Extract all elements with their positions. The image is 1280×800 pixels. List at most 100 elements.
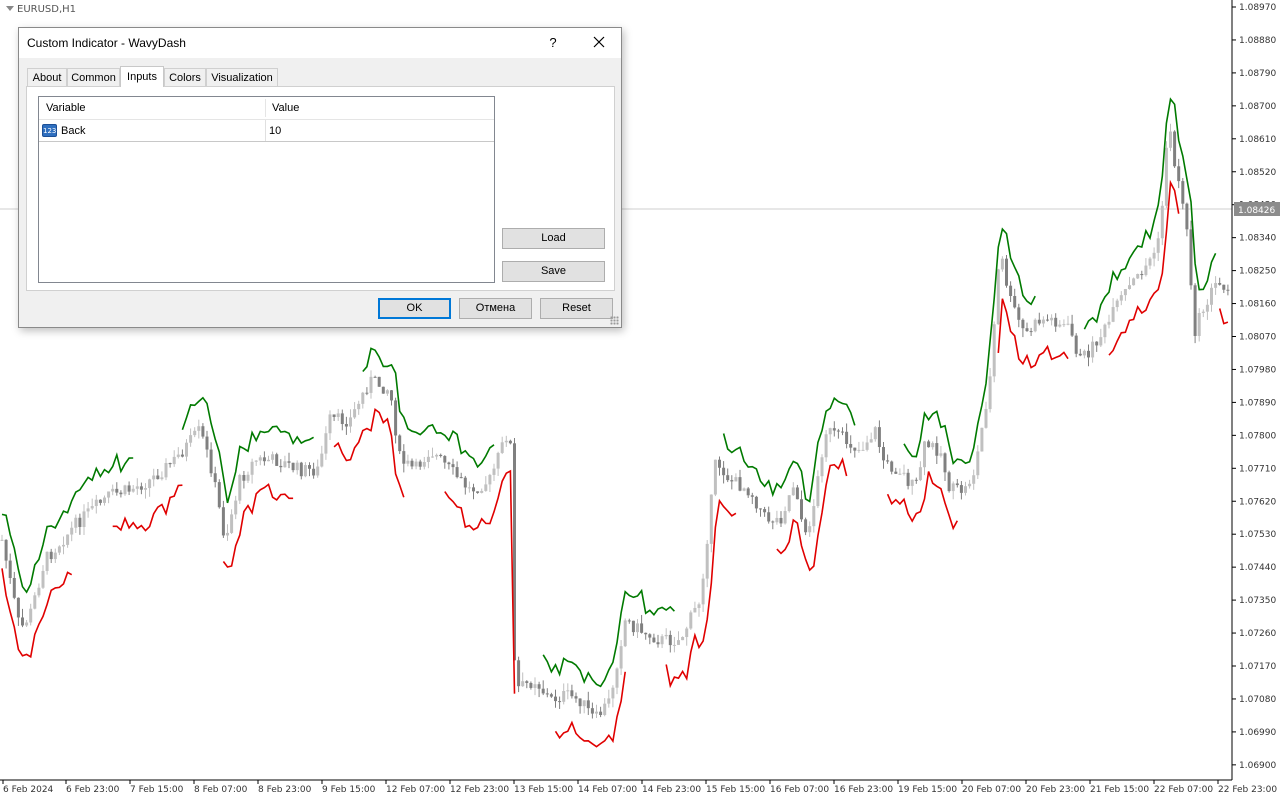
candle-body <box>996 269 1000 325</box>
candle-body <box>578 698 582 707</box>
candle-body <box>1128 285 1131 290</box>
time-tick-label: 15 Feb 15:00 <box>706 785 765 795</box>
candle-body <box>37 587 41 596</box>
candle-body <box>1091 341 1095 358</box>
candle-body <box>381 386 385 394</box>
candle-body <box>841 431 844 433</box>
dialog-title: Custom Indicator - WavyDash <box>27 36 186 50</box>
candle-body <box>775 517 779 523</box>
candle-body <box>791 487 795 496</box>
candle-body <box>1013 296 1017 308</box>
column-divider[interactable] <box>265 99 266 117</box>
candle-body <box>681 637 685 641</box>
candle-body <box>795 487 799 500</box>
dialog-titlebar[interactable]: Custom Indicator - WavyDash ? <box>19 28 621 58</box>
candle-body <box>1000 258 1004 270</box>
candle-body <box>57 546 61 553</box>
close-icon <box>593 36 605 48</box>
candle-body <box>283 461 287 468</box>
price-tick-label: 1.08610 <box>1239 135 1276 145</box>
candle-body <box>1160 205 1164 239</box>
price-tick-label: 1.08250 <box>1239 267 1276 277</box>
help-button[interactable]: ? <box>541 31 565 55</box>
time-tick-label: 19 Feb 15:00 <box>898 785 957 795</box>
close-button[interactable] <box>587 31 611 55</box>
candle-body <box>877 427 881 448</box>
candle-body <box>193 430 197 436</box>
candle-body <box>1037 319 1041 324</box>
price-tick-label: 1.07980 <box>1239 365 1276 375</box>
column-header-value[interactable]: Value <box>272 102 299 114</box>
candle-body <box>730 480 734 482</box>
tab-colors[interactable]: Colors <box>164 68 206 86</box>
candle-body <box>939 453 943 456</box>
ok-button[interactable]: OK <box>378 298 451 319</box>
time-tick-label: 20 Feb 23:00 <box>1026 785 1085 795</box>
candle-body <box>759 508 762 510</box>
resize-grip-icon[interactable] <box>610 316 619 325</box>
candle-body <box>1046 319 1049 321</box>
candle-body <box>49 551 53 560</box>
candle-body <box>238 475 242 501</box>
candle-body <box>923 441 926 468</box>
candle-body <box>1214 283 1218 288</box>
save-button[interactable]: Save <box>502 261 605 282</box>
price-tick-label: 1.08790 <box>1239 69 1276 79</box>
candle-body <box>385 390 389 394</box>
candle-body <box>1177 166 1181 182</box>
candle-body <box>103 497 106 503</box>
candle-body <box>279 465 283 468</box>
column-header-variable[interactable]: Variable <box>46 102 86 114</box>
candle-body <box>1218 283 1222 285</box>
price-tick-label: 1.07260 <box>1239 629 1276 639</box>
candle-body <box>988 376 992 410</box>
inputs-table: Variable Value 123 Back 10 <box>38 96 495 283</box>
reset-button[interactable]: Reset <box>540 298 613 319</box>
candle-body <box>369 376 373 393</box>
candle-body <box>902 472 906 474</box>
candle-body <box>964 486 967 493</box>
candle-body <box>1050 317 1054 321</box>
candle-body <box>595 711 598 714</box>
candle-body <box>275 454 279 466</box>
candle-body <box>529 682 533 688</box>
candle-body <box>353 409 357 418</box>
variable-value[interactable]: 10 <box>269 125 281 137</box>
variable-name: Back <box>61 125 86 137</box>
candle-body <box>426 456 430 463</box>
candle-body <box>0 539 4 541</box>
load-button[interactable]: Load <box>502 228 605 249</box>
candle-body <box>1099 337 1103 346</box>
table-row[interactable]: 123 Back 10 <box>39 120 494 142</box>
candle-body <box>90 506 94 509</box>
candle-body <box>496 452 500 469</box>
candle-body <box>951 483 955 492</box>
cancel-button[interactable]: Отмена <box>459 298 532 319</box>
candle-body <box>1058 324 1062 327</box>
candle-body <box>849 444 853 448</box>
candle-body <box>1078 353 1082 356</box>
candle-body <box>139 486 143 490</box>
tab-about[interactable]: About <box>27 68 67 86</box>
candle-body <box>172 456 176 465</box>
inputs-panel: Variable Value 123 Back 10 Load Save <box>26 86 615 291</box>
candle-body <box>894 471 898 474</box>
tab-inputs[interactable]: Inputs <box>120 66 164 87</box>
candle-body <box>291 462 295 471</box>
candle-body <box>480 490 484 493</box>
tab-common[interactable]: Common <box>67 68 120 86</box>
candle-body <box>250 461 254 475</box>
candle-body <box>660 636 664 645</box>
candle-body <box>398 435 402 452</box>
candle-body <box>574 696 578 699</box>
candle-body <box>180 454 184 457</box>
candle-body <box>418 461 422 467</box>
candle-body <box>771 521 775 523</box>
candle-body <box>935 443 939 456</box>
tab-visualization[interactable]: Visualization <box>206 68 278 86</box>
candle-body <box>1029 331 1033 333</box>
chart-symbol-label[interactable]: EURUSD,H1 <box>6 4 76 15</box>
candle-body <box>472 487 475 492</box>
candle-body <box>599 711 603 716</box>
price-tick-label: 1.06900 <box>1239 761 1276 771</box>
